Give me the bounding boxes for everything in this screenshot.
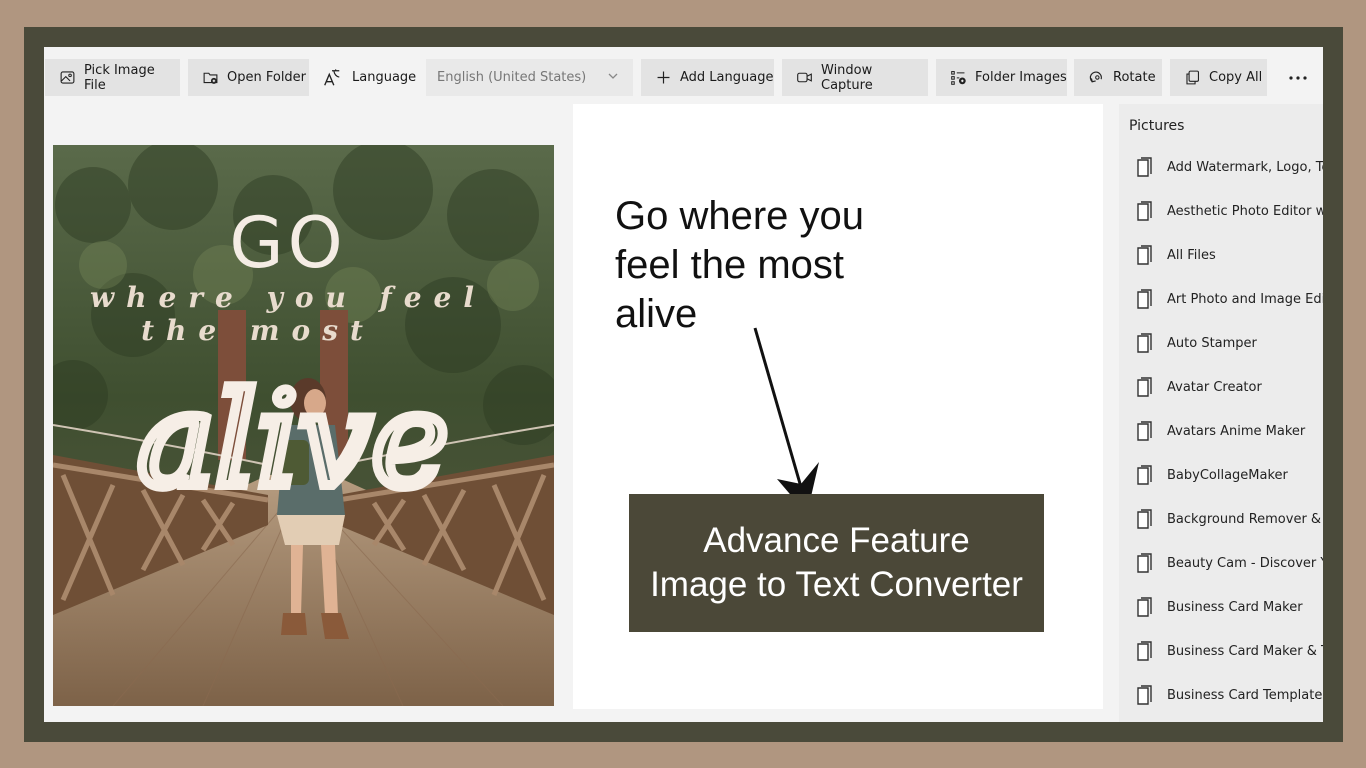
- folder-open-icon: [203, 72, 218, 84]
- toolbar: Pick Image File Open Folder Language Eng…: [44, 47, 1323, 105]
- photo-text-most: the most: [141, 314, 375, 347]
- photo-text-go: GO: [229, 202, 346, 284]
- sidebar-item-label: Avatars Anime Maker: [1167, 423, 1306, 439]
- copy-all-label: Copy All: [1209, 70, 1263, 85]
- file-icon: [1137, 201, 1152, 221]
- sidebar-item[interactable]: Add Watermark, Logo, Text: [1119, 145, 1323, 189]
- sidebar-item-label: BabyCollageMaker: [1167, 467, 1288, 483]
- app-window: Pick Image File Open Folder Language Eng…: [44, 47, 1323, 722]
- photo-text-where: where you feel: [90, 281, 486, 314]
- sidebar-item-label: Background Remover & Pn: [1167, 511, 1323, 527]
- sidebar-item-label: Aesthetic Photo Editor wit...: [1167, 203, 1323, 219]
- bridge-photo: GO where you feel the most alive: [53, 145, 554, 706]
- file-icon: [1137, 641, 1152, 661]
- sidebar-item[interactable]: BabyCollageMaker: [1119, 453, 1323, 497]
- sidebar-item-label: Art Photo and Image Editor: [1167, 291, 1323, 307]
- folder-images-button[interactable]: Folder Images: [936, 59, 1067, 96]
- rotate-label: Rotate: [1113, 70, 1156, 85]
- sidebar-item[interactable]: Beauty Cam - Discover You: [1119, 541, 1323, 585]
- folder-images-label: Folder Images: [975, 70, 1067, 85]
- video-camera-icon: [797, 72, 812, 83]
- sidebar-item-label: Auto Stamper: [1167, 335, 1257, 351]
- sidebar-item-label: Avatar Creator: [1167, 379, 1262, 395]
- add-language-button[interactable]: Add Language: [641, 59, 774, 96]
- image-preview: GO where you feel the most alive: [53, 145, 554, 706]
- sidebar-item-label: Business Card Maker: [1167, 599, 1303, 615]
- sidebar-item-label: All Files: [1167, 247, 1216, 263]
- sidebar-item-label: Business Card Templates: [1167, 687, 1323, 703]
- file-icon: [1137, 465, 1152, 485]
- image-icon: [60, 71, 75, 84]
- open-folder-button[interactable]: Open Folder: [188, 59, 309, 96]
- promo-line-2: Image to Text Converter: [650, 565, 1023, 604]
- rotate-icon: [1089, 71, 1103, 83]
- sidebar-item[interactable]: All Files: [1119, 233, 1323, 277]
- language-select[interactable]: English (United States): [426, 59, 633, 96]
- recognized-text-panel[interactable]: Go where you feel the most alive Advance…: [573, 104, 1103, 709]
- file-icon: [1137, 421, 1152, 441]
- sidebar-item[interactable]: Avatar Creator: [1119, 365, 1323, 409]
- sidebar-item[interactable]: Art Photo and Image Editor: [1119, 277, 1323, 321]
- pictures-sidebar: Pictures Add Watermark, Logo, Text Aesthe…: [1119, 104, 1323, 722]
- add-language-label: Add Language: [680, 70, 774, 85]
- pick-image-file-button[interactable]: Pick Image File: [45, 59, 180, 96]
- sidebar-item-label: Beauty Cam - Discover You: [1167, 555, 1323, 571]
- file-icon: [1137, 509, 1152, 529]
- file-icon: [1137, 597, 1152, 617]
- sidebar-item[interactable]: Auto Stamper: [1119, 321, 1323, 365]
- window-capture-label: Window Capture: [821, 62, 873, 93]
- sidebar-item-label: Business Card Maker & Te...: [1167, 643, 1323, 659]
- translate-icon: [324, 68, 340, 86]
- more-options-button[interactable]: [1280, 59, 1316, 96]
- language-select-value: English (United States): [437, 70, 587, 85]
- file-icon: [1137, 685, 1152, 705]
- rotate-button[interactable]: Rotate: [1074, 59, 1162, 96]
- language-label-group: Language: [322, 59, 417, 96]
- recognized-text[interactable]: Go where you feel the most alive: [615, 192, 915, 339]
- file-icon: [1137, 553, 1152, 573]
- file-icon: [1137, 333, 1152, 353]
- sidebar-item-label: Add Watermark, Logo, Text: [1167, 159, 1323, 175]
- open-folder-label: Open Folder: [227, 70, 307, 85]
- more-icon: [1289, 75, 1307, 80]
- file-icon: [1137, 245, 1152, 265]
- chevron-down-icon: [608, 73, 618, 79]
- file-icon: [1137, 157, 1152, 177]
- plus-icon: [657, 71, 670, 84]
- sidebar-item[interactable]: Aesthetic Photo Editor wit...: [1119, 189, 1323, 233]
- promo-banner: Advance Feature Image to Text Converter: [629, 494, 1044, 632]
- sidebar-item[interactable]: Background Remover & Pn: [1119, 497, 1323, 541]
- promo-line-1: Advance Feature: [703, 521, 970, 560]
- language-label: Language: [352, 70, 417, 85]
- sidebar-item[interactable]: Business Card Templates: [1119, 673, 1323, 717]
- photo-text-alive: alive: [137, 364, 448, 516]
- window-capture-button[interactable]: Window Capture: [782, 59, 928, 96]
- copy-icon: [1186, 70, 1200, 85]
- recognized-text-line-1: Go where you: [615, 194, 865, 238]
- sidebar-item[interactable]: Business Card Maker & Te...: [1119, 629, 1323, 673]
- recognized-text-line-2: feel the most: [615, 243, 845, 287]
- folder-images-icon: [951, 71, 966, 85]
- sidebar-item[interactable]: Business Card Maker: [1119, 585, 1323, 629]
- file-icon: [1137, 377, 1152, 397]
- sidebar-title: Pictures: [1129, 118, 1185, 134]
- copy-all-button[interactable]: Copy All: [1170, 59, 1267, 96]
- pick-image-file-label: Pick Image File: [84, 62, 155, 93]
- file-icon: [1137, 289, 1152, 309]
- sidebar-item[interactable]: Avatars Anime Maker: [1119, 409, 1323, 453]
